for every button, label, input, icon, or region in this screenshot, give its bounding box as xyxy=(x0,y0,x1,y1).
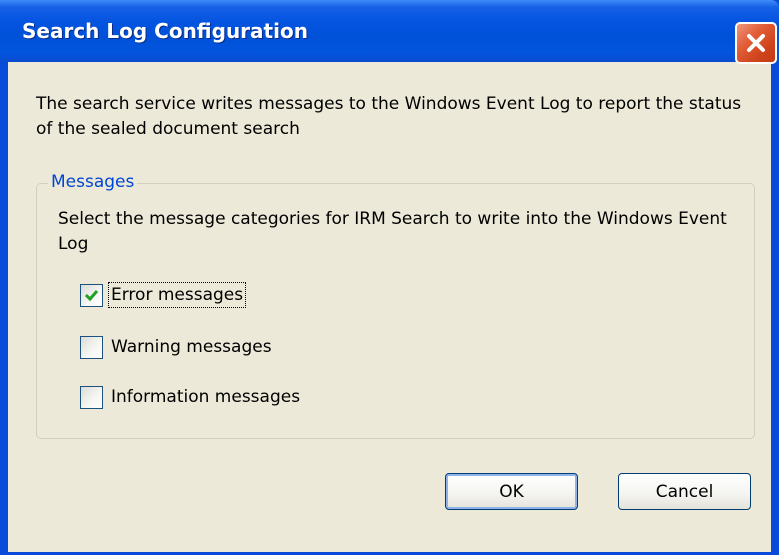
information-messages-checkbox-row[interactable]: Information messages xyxy=(80,384,302,410)
ok-button[interactable]: OK xyxy=(445,473,578,510)
error-messages-checkbox[interactable] xyxy=(80,283,103,307)
close-button[interactable] xyxy=(735,22,777,64)
information-messages-label[interactable]: Information messages xyxy=(109,385,302,409)
information-messages-checkbox[interactable] xyxy=(80,385,103,409)
close-icon xyxy=(747,34,765,52)
checkmark-icon xyxy=(84,289,99,301)
warning-messages-label[interactable]: Warning messages xyxy=(109,335,274,359)
warning-messages-checkbox[interactable] xyxy=(80,335,103,359)
window-title: Search Log Configuration xyxy=(22,19,308,43)
intro-text: The search service writes messages to th… xyxy=(36,94,742,139)
cancel-button[interactable]: Cancel xyxy=(618,473,751,510)
error-messages-label[interactable]: Error messages xyxy=(107,282,247,308)
warning-messages-checkbox-row[interactable]: Warning messages xyxy=(80,334,274,360)
messages-group-description: Select the message categories for IRM Se… xyxy=(58,209,727,254)
messages-group-legend: Messages xyxy=(48,170,138,194)
title-bar[interactable]: Search Log Configuration xyxy=(0,0,779,62)
error-messages-checkbox-row[interactable]: Error messages xyxy=(80,282,247,308)
